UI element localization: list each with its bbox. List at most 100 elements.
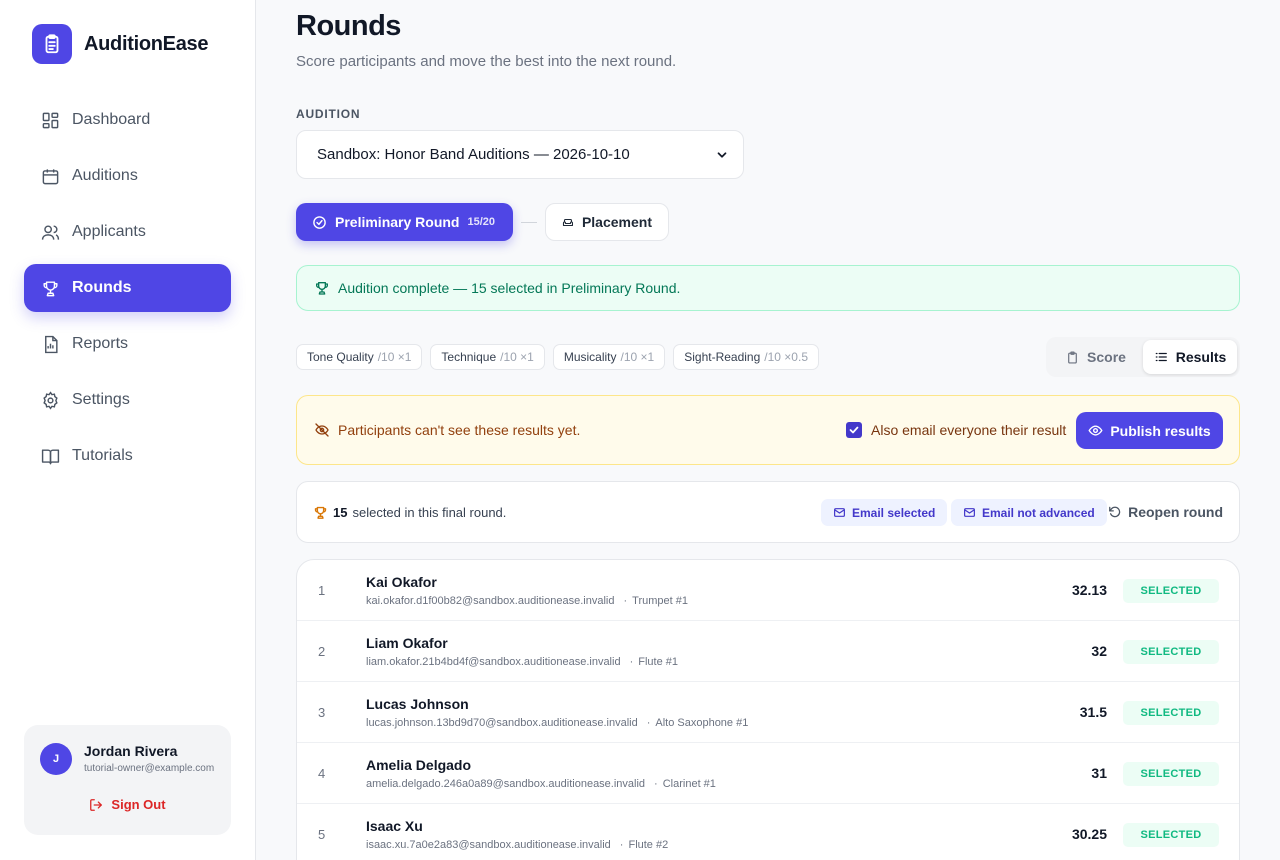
participant-details: isaac.xu.7a0e2a83@sandbox.auditionease.i… [366, 839, 668, 851]
round-count: 15/20 [467, 216, 495, 228]
reopen-round-label: Reopen round [1128, 504, 1223, 520]
results-view-button[interactable]: Results [1143, 340, 1237, 374]
results-view-label: Results [1175, 349, 1227, 365]
sidebar-item-auditions[interactable]: Auditions [24, 152, 231, 200]
publish-results-label: Publish results [1110, 422, 1211, 439]
selected-count: 15 [333, 505, 348, 520]
page-title: Rounds [296, 10, 401, 42]
criterion-weight: /10 ×0.5 [764, 350, 808, 364]
email-not-advanced-button[interactable]: Email not advanced [951, 499, 1107, 526]
book-icon [40, 446, 60, 466]
score-view-label: Score [1087, 349, 1126, 365]
sidebar-item-label: Dashboard [72, 111, 151, 128]
email-everyone-checkbox[interactable]: Also email everyone their result [846, 422, 1066, 438]
summary-text: 15 selected in this final round. [313, 505, 506, 520]
sidebar-item-label: Auditions [72, 167, 138, 184]
participant-instrument: Flute #1 [621, 656, 678, 668]
avatar: J [40, 743, 72, 775]
trophy-icon [40, 278, 60, 298]
criterion-chip: Tone Quality/10 ×1 [296, 344, 423, 370]
mail-icon [834, 508, 845, 517]
status-badge: SELECTED [1123, 640, 1219, 664]
criterion-name: Musicality [563, 350, 617, 364]
table-row[interactable]: 3 Lucas Johnson lucas.johnson.13bd9d70@s… [297, 682, 1239, 743]
sign-out-button[interactable]: Sign Out [24, 797, 231, 812]
reopen-round-button[interactable]: Reopen round [1108, 504, 1223, 520]
round-connector [521, 221, 537, 223]
checkbox-checked[interactable] [846, 422, 862, 438]
score-view-button[interactable]: Score [1049, 340, 1143, 374]
sidebar-item-settings[interactable]: Settings [24, 376, 231, 424]
sidebar-item-dashboard[interactable]: Dashboard [24, 96, 231, 144]
sidebar-item-label: Settings [72, 391, 130, 408]
clipboard-logo-icon [32, 24, 72, 64]
audition-complete-banner: Audition complete — 15 selected in Preli… [296, 265, 1240, 311]
criterion-weight: /10 ×1 [620, 350, 655, 364]
eye-icon [1088, 425, 1103, 436]
publish-panel: Participants can't see these results yet… [296, 395, 1240, 465]
sidebar-item-applicants[interactable]: Applicants [24, 208, 231, 256]
banner-text: Audition complete — 15 selected in Preli… [338, 280, 681, 296]
view-toggle: Score Results [1046, 337, 1240, 377]
participant-email: liam.okafor.21b4bd4f@sandbox.auditioneas… [366, 656, 621, 668]
participant-name: Kai Okafor [366, 574, 437, 590]
brand[interactable]: AuditionEase [32, 24, 209, 64]
sofa-icon [562, 218, 574, 226]
participant-instrument: Trumpet #1 [614, 595, 688, 607]
round-label: Placement [581, 214, 652, 230]
sidebar-item-tutorials[interactable]: Tutorials [24, 432, 231, 480]
criterion-name: Technique [441, 350, 497, 364]
clipboard-icon [1068, 350, 1077, 364]
rank: 1 [318, 583, 326, 598]
participant-details: liam.okafor.21b4bd4f@sandbox.auditioneas… [366, 656, 678, 668]
audition-label: AUDITION [296, 107, 361, 121]
status-badge: SELECTED [1123, 579, 1219, 603]
sidebar-nav: Dashboard Auditions Applicants Rounds Re… [24, 96, 231, 488]
table-row[interactable]: 5 Isaac Xu isaac.xu.7a0e2a83@sandbox.aud… [297, 804, 1239, 860]
rank: 5 [318, 827, 326, 842]
audition-select[interactable]: Sandbox: Honor Band Auditions — 2026-10-… [296, 130, 744, 179]
participant-email: amelia.delgado.246a0a89@sandbox.audition… [366, 778, 646, 790]
check-icon [849, 426, 859, 434]
check-circle-icon [313, 215, 326, 229]
gear-icon [40, 390, 60, 410]
table-row[interactable]: 1 Kai Okafor kai.okafor.d1f00b82@sandbox… [297, 560, 1239, 621]
email-selected-button[interactable]: Email selected [821, 499, 948, 526]
mail-icon [964, 508, 975, 517]
round-tabs: Preliminary Round 15/20 Placement [296, 203, 669, 241]
participant-name: Amelia Delgado [366, 757, 472, 773]
sidebar-item-rounds[interactable]: Rounds [24, 264, 231, 312]
criterion-chip: Sight-Reading/10 ×0.5 [673, 344, 819, 370]
participant-instrument: Clarinet #1 [645, 778, 716, 790]
trophy-icon [316, 282, 328, 295]
participant-details: amelia.delgado.246a0a89@sandbox.audition… [366, 778, 716, 790]
user-email: tutorial-owner@example.com [84, 763, 215, 774]
table-row[interactable]: 4 Amelia Delgado amelia.delgado.246a0a89… [297, 743, 1239, 804]
tab-placement[interactable]: Placement [545, 203, 669, 241]
publish-results-button[interactable]: Publish results [1076, 412, 1223, 449]
sign-out-icon [90, 798, 103, 811]
participant-score: 32.13 [1071, 582, 1107, 598]
eye-off-icon [315, 423, 329, 437]
email-selected-label: Email selected [852, 505, 936, 520]
publish-message: Participants can't see these results yet… [314, 422, 580, 438]
criterion-name: Tone Quality [307, 350, 374, 364]
criterion-weight: /10 ×1 [377, 350, 412, 364]
sidebar-item-reports[interactable]: Reports [24, 320, 231, 368]
participant-score: 30.25 [1071, 826, 1107, 842]
participant-score: 31 [1091, 765, 1107, 781]
round-summary: 15 selected in this final round. Email s… [296, 481, 1240, 543]
sidebar: AuditionEase Dashboard Auditions Applica… [0, 0, 256, 860]
table-row[interactable]: 2 Liam Okafor liam.okafor.21b4bd4f@sandb… [297, 621, 1239, 682]
participant-instrument: Flute #2 [611, 839, 668, 851]
participant-details: kai.okafor.d1f00b82@sandbox.auditionease… [366, 595, 688, 607]
sign-out-label: Sign Out [111, 797, 166, 812]
criteria-list: Tone Quality/10 ×1 Technique/10 ×1 Music… [296, 344, 827, 370]
rank: 4 [318, 766, 326, 781]
audition-select-value: Sandbox: Honor Band Auditions — 2026-10-… [317, 146, 630, 163]
status-badge: SELECTED [1123, 701, 1219, 725]
tab-preliminary-round[interactable]: Preliminary Round 15/20 [296, 203, 513, 241]
sidebar-item-label: Tutorials [72, 447, 133, 464]
publish-message-text: Participants can't see these results yet… [338, 422, 581, 438]
page-subtitle: Score participants and move the best int… [296, 53, 677, 70]
